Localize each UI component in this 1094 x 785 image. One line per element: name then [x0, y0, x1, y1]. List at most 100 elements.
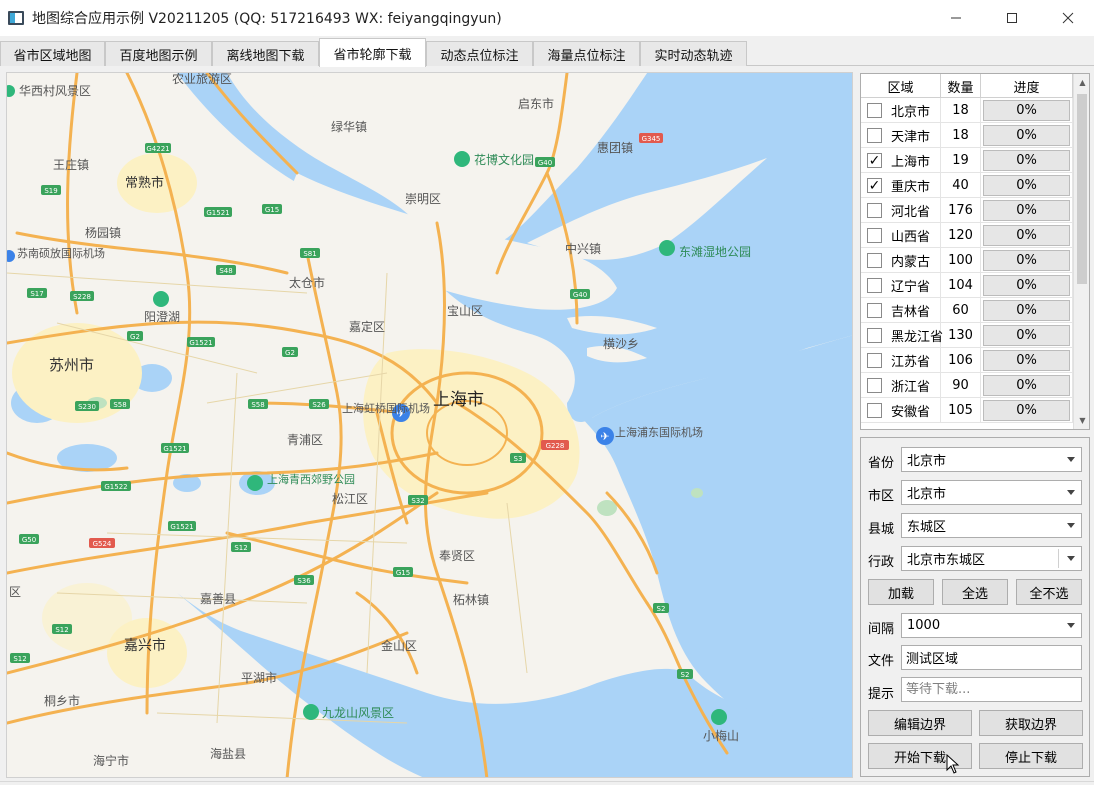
place-label: 柘林镇	[453, 593, 489, 607]
table-row[interactable]: 浙江省 90 0%	[861, 373, 1073, 398]
region-checkbox[interactable]: ✓	[867, 153, 882, 168]
table-row[interactable]: 江苏省 106 0%	[861, 348, 1073, 373]
select-all-button[interactable]: 全选	[942, 579, 1008, 605]
region-checkbox[interactable]	[867, 228, 882, 243]
table-row[interactable]: 内蒙古 100 0%	[861, 248, 1073, 273]
map-view[interactable]: G4221 G40 G345 S19 G1521 G15 S81 S48 S17…	[6, 72, 853, 778]
header-region[interactable]: 区域	[861, 74, 941, 98]
region-table[interactable]: 区域 数量 进度 北京市 18 0% 天津市 18 0% ✓ 上海市 19 0% ✓ 重庆市 40 0% 河…	[860, 73, 1090, 430]
count-cell: 40	[941, 173, 981, 198]
maximize-icon[interactable]	[989, 0, 1035, 36]
region-checkbox[interactable]	[867, 303, 882, 318]
file-input[interactable]: 测试区域	[901, 645, 1082, 670]
region-cell: ✓ 上海市	[861, 148, 941, 173]
table-row[interactable]: 辽宁省 104 0%	[861, 273, 1073, 298]
close-icon[interactable]	[1045, 0, 1091, 36]
progress-bar: 0%	[983, 100, 1070, 121]
admin-select[interactable]: 北京市东城区	[901, 546, 1082, 571]
table-row[interactable]: 北京市 18 0%	[861, 98, 1073, 123]
svg-text:S3: S3	[514, 455, 523, 463]
highway-shield: S2	[653, 603, 669, 613]
svg-text:S2: S2	[681, 671, 690, 679]
region-checkbox[interactable]	[867, 278, 882, 293]
place-label: 华西村风景区	[19, 84, 91, 98]
region-checkbox[interactable]	[867, 328, 882, 343]
svg-text:G1521: G1521	[170, 523, 193, 531]
region-cell: 安徽省	[861, 398, 941, 423]
progress-bar: 0%	[983, 325, 1070, 346]
hint-input[interactable]	[906, 682, 1076, 697]
svg-text:S58: S58	[251, 401, 264, 409]
table-row[interactable]: 安徽省 105 0%	[861, 398, 1073, 423]
place-label: 小梅山	[703, 728, 739, 743]
place-label: 嘉定区	[349, 319, 385, 334]
region-checkbox[interactable]	[867, 253, 882, 268]
tab-dynamic-point-marking[interactable]: 动态点位标注	[426, 41, 533, 66]
region-checkbox[interactable]	[867, 378, 882, 393]
highway-shield: S19	[41, 185, 61, 195]
region-name: 重庆市	[891, 180, 931, 195]
scroll-thumb[interactable]	[1077, 94, 1087, 284]
header-count[interactable]: 数量	[941, 74, 981, 98]
tab-offline-map-download[interactable]: 离线地图下载	[212, 41, 319, 66]
progress-bar: 0%	[983, 125, 1070, 146]
edit-boundary-button[interactable]: 编辑边界	[868, 710, 972, 736]
region-checkbox[interactable]: ✓	[867, 178, 882, 193]
scroll-down-icon[interactable]: ▼	[1074, 412, 1089, 429]
table-row[interactable]: 黑龙江省 130 0%	[861, 323, 1073, 348]
table-row[interactable]: 吉林省 60 0%	[861, 298, 1073, 323]
city-select[interactable]: 北京市	[901, 480, 1082, 505]
table-row[interactable]: ✓ 重庆市 40 0%	[861, 173, 1073, 198]
table-row[interactable]: 天津市 18 0%	[861, 123, 1073, 148]
select-none-button[interactable]: 全不选	[1016, 579, 1082, 605]
svg-text:S12: S12	[55, 626, 68, 634]
svg-text:G15: G15	[265, 206, 279, 214]
highway-shield: S12	[10, 653, 30, 663]
interval-select[interactable]: 1000	[901, 613, 1082, 638]
place-label: 苏南硕放国际机场	[17, 246, 105, 260]
region-cell: 山西省	[861, 223, 941, 248]
highway-shield: G40	[535, 157, 555, 167]
load-button[interactable]: 加载	[868, 579, 934, 605]
place-label: 绿华镇	[331, 119, 367, 134]
header-progress[interactable]: 进度	[981, 74, 1073, 98]
progress-bar: 0%	[983, 200, 1070, 221]
svg-text:G40: G40	[538, 159, 552, 167]
count-cell: 18	[941, 123, 981, 148]
region-cell: 河北省	[861, 198, 941, 223]
chevron-down-icon	[1067, 457, 1075, 462]
tab-realtime-track[interactable]: 实时动态轨迹	[640, 41, 747, 66]
highway-shield: S81	[300, 248, 320, 258]
region-name: 江苏省	[891, 355, 931, 370]
table-row[interactable]: 山西省 120 0%	[861, 223, 1073, 248]
tab-baidu-map-demo[interactable]: 百度地图示例	[105, 41, 212, 66]
place-label: 区	[9, 585, 21, 599]
svg-text:S228: S228	[73, 293, 91, 301]
map-canvas[interactable]: G4221 G40 G345 S19 G1521 G15 S81 S48 S17…	[7, 73, 853, 778]
region-checkbox[interactable]	[867, 203, 882, 218]
tab-massive-point-marking[interactable]: 海量点位标注	[533, 41, 640, 66]
tab-province-region-map[interactable]: 省市区域地图	[0, 41, 105, 66]
table-body: 北京市 18 0% 天津市 18 0% ✓ 上海市 19 0% ✓ 重庆市 40 0% 河北省 176 0% 山西…	[861, 98, 1073, 423]
province-select[interactable]: 北京市	[901, 447, 1082, 472]
stop-download-button[interactable]: 停止下载	[979, 743, 1083, 769]
highway-shield: S48	[216, 265, 236, 275]
highway-shield: G15	[262, 204, 282, 214]
region-checkbox[interactable]	[867, 128, 882, 143]
table-row[interactable]: 河北省 176 0%	[861, 198, 1073, 223]
table-row[interactable]: ✓ 上海市 19 0%	[861, 148, 1073, 173]
region-checkbox[interactable]	[867, 103, 882, 118]
svg-text:S36: S36	[297, 577, 311, 585]
region-checkbox[interactable]	[867, 403, 882, 418]
get-boundary-button[interactable]: 获取边界	[979, 710, 1083, 736]
scroll-up-icon[interactable]: ▲	[1074, 74, 1089, 91]
progress-bar: 0%	[983, 150, 1070, 171]
region-checkbox[interactable]	[867, 353, 882, 368]
place-label: 嘉善县	[200, 591, 236, 606]
minimize-icon[interactable]	[933, 0, 979, 36]
tab-province-outline-download[interactable]: 省市轮廓下载	[319, 38, 426, 67]
county-select[interactable]: 东城区	[901, 513, 1082, 538]
hint-field[interactable]	[901, 677, 1082, 702]
progress-bar: 0%	[983, 350, 1070, 371]
vertical-scrollbar[interactable]: ▲ ▼	[1073, 74, 1089, 429]
